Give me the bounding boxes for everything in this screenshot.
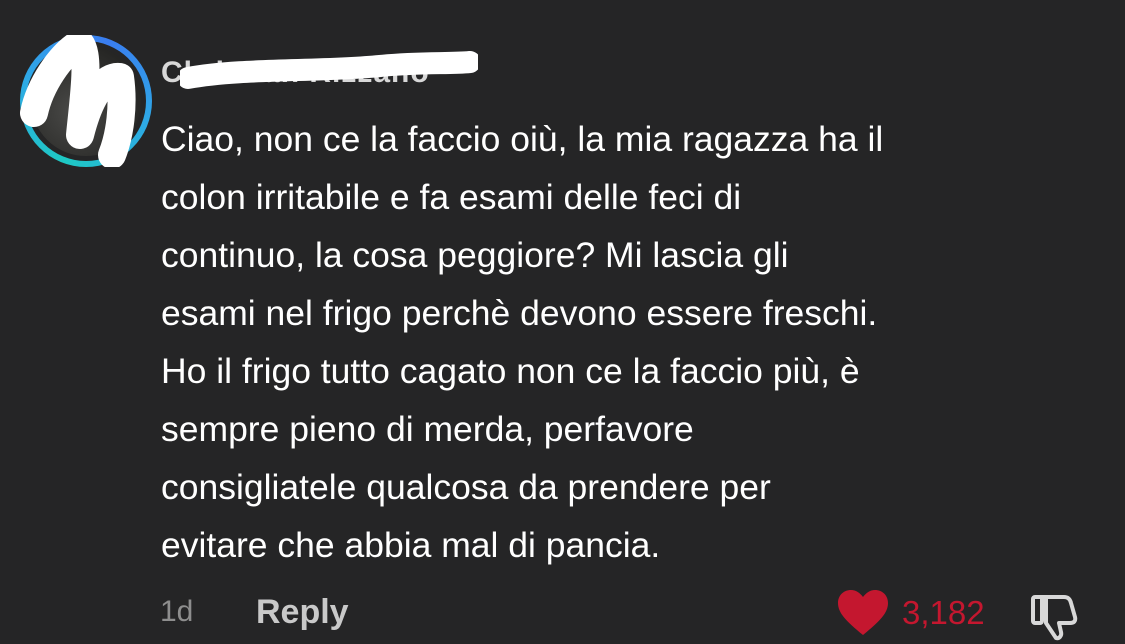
like-count: 3,182: [902, 594, 985, 631]
comment-line: sempre pieno di merda, perfavore: [161, 409, 694, 449]
comment-line: Ciao, non ce la faccio oiù, la mia ragaz…: [161, 119, 884, 159]
comment-text: Ciao, non ce la faccio oiù, la mia ragaz…: [161, 110, 1101, 574]
avatar[interactable]: [20, 35, 152, 167]
heart-icon[interactable]: [836, 589, 890, 637]
comment-line: esami nel frigo perchè devono essere fre…: [161, 293, 878, 333]
comment-line: continuo, la cosa peggiore? Mi lascia gl…: [161, 235, 789, 275]
reply-button[interactable]: Reply: [256, 593, 349, 632]
comment-line: colon irritabile e fa esami delle feci d…: [161, 177, 742, 217]
username-redaction: [180, 51, 478, 89]
comment-line: Ho il frigo tutto cagato non ce la facci…: [161, 351, 860, 391]
comment-line: evitare che abbia mal di pancia.: [161, 525, 661, 565]
comment-line: consigliatele qualcosa da prendere per: [161, 467, 771, 507]
redaction-scribble: [20, 35, 136, 167]
comment: Christian Rizzano Ciao, non ce la faccio…: [0, 0, 1125, 644]
like-button[interactable]: 3,182: [836, 588, 985, 638]
thumbs-down-icon[interactable]: [1030, 591, 1080, 641]
comment-age: 1d: [160, 595, 194, 628]
